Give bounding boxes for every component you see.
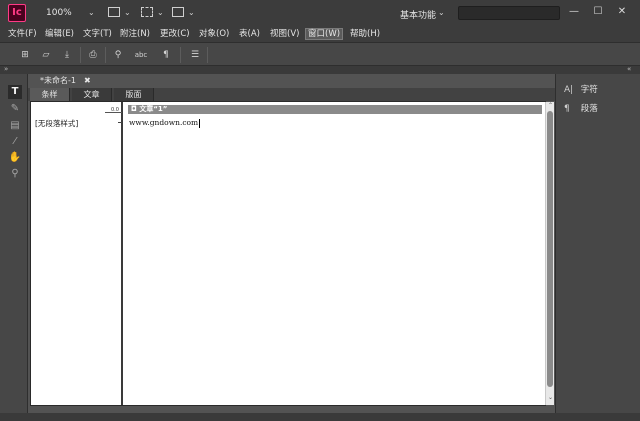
depth-ruler-line: [105, 112, 122, 113]
panel-paragraph[interactable]: ¶ 段落: [564, 102, 634, 116]
eyedropper-icon[interactable]: ⁄: [8, 135, 22, 149]
scroll-thumb[interactable]: [547, 111, 553, 387]
menu-icon[interactable]: ☰: [188, 48, 202, 62]
print-icon[interactable]: ⎙: [86, 48, 100, 62]
close-button[interactable]: ✕: [614, 4, 630, 20]
collapse-right-icon[interactable]: «: [627, 65, 631, 73]
tab-story[interactable]: 文章: [72, 88, 112, 101]
panel-paragraph-label: 段落: [580, 104, 598, 114]
scroll-down-icon[interactable]: ⌄: [547, 394, 554, 401]
toolbar-divider: [180, 47, 181, 63]
zoom-icon[interactable]: ⚲: [8, 167, 22, 181]
story-text[interactable]: www.gndown.com: [129, 118, 201, 128]
search-input[interactable]: [458, 6, 560, 20]
open-icon[interactable]: ▱: [39, 48, 53, 62]
collapse-left-icon[interactable]: »: [4, 65, 8, 73]
panel-collapse-strip: » «: [0, 65, 640, 74]
menu-type[interactable]: 文字(T): [81, 28, 114, 40]
document-tab-close-icon[interactable]: ✖: [84, 74, 91, 88]
menu-bar: 文件(F) 编辑(E) 文字(T) 附注(N) 更改(C) 对象(O) 表(A)…: [0, 26, 640, 42]
menu-notes[interactable]: 附注(N): [118, 28, 152, 40]
panel-character-label: 字符: [580, 85, 598, 95]
scroll-up-icon[interactable]: ⌃: [547, 102, 554, 109]
document-tab-title: *未命名-1: [40, 76, 76, 85]
menu-window[interactable]: 窗口(W): [305, 28, 344, 40]
menu-object[interactable]: 对象(O): [197, 28, 231, 40]
menu-help[interactable]: 帮助(H): [348, 28, 382, 40]
paragraph-icon: ¶: [564, 104, 570, 114]
view-options-icon[interactable]: [108, 7, 120, 17]
new-icon[interactable]: ⊞: [18, 48, 32, 62]
menu-table[interactable]: 表(A): [237, 28, 262, 40]
title-bar: Ic 100% ⌄ ⌄ ⌄ ⌄ 基本功能 ⌄ — ☐ ✕: [0, 0, 640, 26]
right-panel-dock: A| 字符 ¶ 段落: [555, 74, 640, 413]
arrange-documents-icon[interactable]: [172, 7, 184, 17]
zoom-chevron-down-icon[interactable]: ⌄: [88, 8, 95, 17]
spellcheck-icon[interactable]: abc: [134, 48, 148, 62]
arrange-chevron-down-icon[interactable]: ⌄: [188, 8, 195, 17]
line-marker: [118, 122, 122, 123]
galley-canvas: 0.0 [无段落样式] ◘ 文章“1” www.gndown.com: [30, 101, 546, 406]
document-tab[interactable]: *未命名-1 ✖: [34, 74, 91, 88]
toolbar-divider: [105, 47, 106, 63]
workspace-switcher[interactable]: 基本功能: [400, 8, 436, 21]
story-title: 文章“1”: [139, 105, 168, 113]
vertical-scrollbar[interactable]: ⌃ ⌄: [545, 102, 554, 405]
search-icon[interactable]: ⚲: [111, 48, 125, 62]
panel-character[interactable]: A| 字符: [564, 83, 634, 97]
collapse-triangle-icon[interactable]: ◘: [131, 105, 137, 113]
notes-panel-icon[interactable]: ▤: [8, 119, 22, 133]
text-caret: [199, 118, 201, 128]
story-text-content: www.gndown.com: [129, 118, 199, 127]
style-column: 0.0 [无段落样式]: [31, 102, 123, 405]
text-column[interactable]: ◘ 文章“1” www.gndown.com: [126, 102, 545, 405]
view-options-chevron-down-icon[interactable]: ⌄: [124, 8, 131, 17]
document-area: *未命名-1 ✖ 条样 文章 版面 0.0 [无段落样式] ◘ 文章“1” ww…: [28, 74, 555, 413]
incopy-logo: Ic: [8, 4, 26, 22]
tools-panel: T ✎ ▤ ⁄ ✋ ⚲: [0, 74, 28, 413]
screen-mode-icon[interactable]: [141, 7, 153, 17]
pilcrow-icon[interactable]: ¶: [159, 48, 173, 62]
character-icon: A|: [564, 85, 574, 95]
zoom-level[interactable]: 100%: [46, 8, 72, 18]
view-tabs: 条样 文章 版面: [28, 88, 555, 101]
tab-layout[interactable]: 版面: [114, 88, 154, 101]
story-header[interactable]: ◘ 文章“1”: [128, 105, 542, 114]
status-bar: [0, 413, 640, 421]
menu-changes[interactable]: 更改(C): [158, 28, 192, 40]
paragraph-style-label: [无段落样式]: [35, 119, 79, 128]
note-tool-icon[interactable]: ✎: [8, 102, 22, 116]
menu-view[interactable]: 视图(V): [268, 28, 301, 40]
toolbar-divider: [80, 47, 81, 63]
app-window: Ic 100% ⌄ ⌄ ⌄ ⌄ 基本功能 ⌄ — ☐ ✕ 文件(F) 编辑(E)…: [0, 0, 640, 421]
control-toolbar: ⊞ ▱ ⤓ ⎙ ⚲ abc ¶ ☰: [0, 42, 640, 66]
workspace-chevron-down-icon[interactable]: ⌄: [438, 8, 445, 17]
hand-icon[interactable]: ✋: [8, 151, 22, 165]
download-icon[interactable]: ⤓: [60, 48, 74, 62]
type-tool-icon[interactable]: T: [8, 85, 22, 99]
screen-mode-chevron-down-icon[interactable]: ⌄: [157, 8, 164, 17]
minimize-button[interactable]: —: [566, 4, 582, 20]
menu-edit[interactable]: 编辑(E): [43, 28, 76, 40]
maximize-button[interactable]: ☐: [590, 4, 606, 20]
toolbar-divider: [207, 47, 208, 63]
tab-galley[interactable]: 条样: [30, 88, 70, 101]
menu-file[interactable]: 文件(F): [6, 28, 39, 40]
